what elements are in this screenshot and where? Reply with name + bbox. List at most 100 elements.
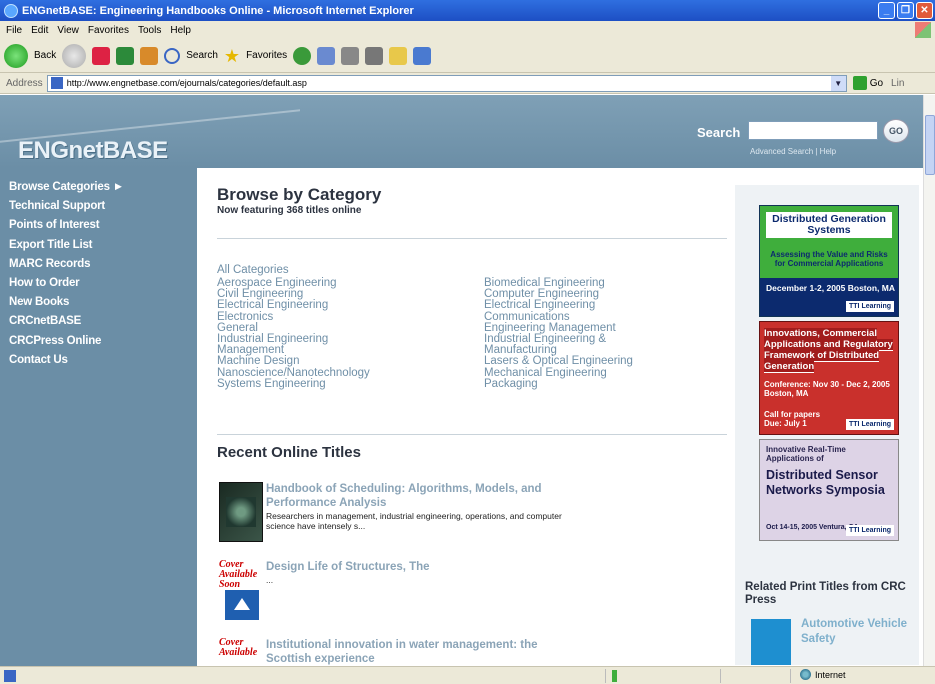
book-title-link[interactable]: Handbook of Scheduling: Algorithms, Mode…	[266, 482, 586, 510]
nav-crcnetbase[interactable]: CRCnetBASE	[0, 312, 197, 331]
nav-export-title-list[interactable]: Export Title List	[0, 236, 197, 255]
page-subtitle: Now featuring 368 titles online	[217, 205, 362, 216]
category-link[interactable]: Electrical Engineering	[484, 300, 633, 312]
recent-titles-heading: Recent Online Titles	[217, 444, 361, 461]
category-link[interactable]: Machine Design	[217, 356, 370, 368]
menu-file[interactable]: File	[6, 25, 22, 36]
menu-view[interactable]: View	[57, 25, 79, 36]
edit-icon[interactable]	[365, 46, 384, 65]
security-zone: Internet	[800, 669, 846, 680]
page-icon	[50, 77, 63, 89]
window-titlebar: ENGnetBASE: Engineering Handbooks Online…	[0, 0, 935, 21]
nav-points-of-interest[interactable]: Points of Interest	[0, 216, 197, 235]
nav-crcpress-online[interactable]: CRCPress Online	[0, 332, 197, 351]
nav-browse-categories[interactable]: Browse Categories ►	[0, 178, 197, 197]
category-link[interactable]: Packaging	[484, 378, 633, 390]
messenger-icon[interactable]	[413, 46, 432, 65]
ad-banner[interactable]: Distributed Generation Systems Assessing…	[759, 205, 899, 317]
links-label[interactable]: Lin	[891, 78, 904, 89]
history-icon[interactable]	[293, 46, 312, 65]
related-titles-heading: Related Print Titles from CRC Press	[745, 581, 906, 606]
status-bar: Internet	[0, 666, 935, 684]
search-label: Search	[697, 125, 741, 140]
maximize-button[interactable]: ❐	[897, 2, 914, 19]
book-cover[interactable]	[219, 482, 263, 542]
book-cover[interactable]: Cover Available Soon	[219, 560, 263, 620]
menu-bar: File Edit View Favorites Tools Help	[0, 21, 935, 39]
category-link[interactable]: Lasers & Optical Engineering	[484, 356, 633, 368]
book-description: ...	[266, 575, 274, 585]
address-bar: Address http://www.engnetbase.com/ejourn…	[0, 73, 935, 94]
book-title-link[interactable]: Design Life of Structures, The	[266, 560, 586, 574]
close-button[interactable]: ✕	[916, 2, 933, 19]
print-icon[interactable]	[341, 46, 360, 65]
back-button-label[interactable]: Back	[34, 50, 56, 61]
refresh-icon[interactable]	[116, 46, 135, 65]
windows-flag-icon	[915, 22, 931, 38]
home-icon[interactable]	[140, 46, 159, 65]
go-button[interactable]: Go	[852, 76, 883, 90]
divider	[217, 238, 727, 239]
address-input[interactable]: http://www.engnetbase.com/ejournals/cate…	[46, 74, 847, 92]
window-title: ENGnetBASE: Engineering Handbooks Online…	[22, 4, 414, 17]
page-viewport: ENGnetBASE Search GO Advanced Search | H…	[0, 95, 923, 666]
right-sidebar: Distributed Generation Systems Assessing…	[735, 185, 919, 665]
ad-subhead: Assessing the Value and Risks for Commer…	[770, 250, 888, 268]
left-nav: Browse Categories ► Technical Support Po…	[0, 168, 197, 666]
nav-new-books[interactable]: New Books	[0, 293, 197, 312]
search-icon[interactable]	[164, 47, 181, 64]
ie-icon	[4, 3, 18, 18]
favorites-button-label[interactable]: Favorites	[246, 50, 287, 61]
main-content: Browse by Category Now featuring 368 tit…	[197, 168, 744, 666]
all-categories-link[interactable]: All Categories	[217, 264, 289, 276]
ad-brand: TTI Learning	[846, 301, 894, 312]
category-column-left: Aerospace Engineering Civil Engineering …	[217, 277, 370, 390]
go-button-label[interactable]: Go	[870, 78, 883, 89]
ad-headline: Distributed Generation Systems	[766, 212, 892, 238]
ad-brand: TTI Learning	[846, 419, 894, 430]
divider	[217, 434, 727, 435]
search-links[interactable]: Advanced Search | Help	[750, 147, 836, 156]
menu-tools[interactable]: Tools	[138, 25, 161, 36]
site-logo[interactable]: ENGnetBASE	[18, 137, 168, 165]
menu-favorites[interactable]: Favorites	[88, 25, 129, 36]
nav-contact-us[interactable]: Contact Us	[0, 351, 197, 370]
ad-banner[interactable]: Innovations, Commercial Applications and…	[759, 321, 899, 435]
book-title-link[interactable]: Institutional innovation in water manage…	[266, 638, 586, 666]
window-controls: _ ❐ ✕	[878, 2, 933, 19]
back-arrow-icon[interactable]	[4, 43, 28, 68]
stop-icon[interactable]	[92, 46, 111, 65]
folder-icon[interactable]	[389, 46, 408, 65]
ad-headline: Innovations, Commercial Applications and…	[764, 328, 893, 373]
go-arrow-icon[interactable]	[852, 76, 867, 90]
category-link[interactable]: Electrical Engineering	[217, 300, 370, 312]
cover-placeholder-text: Cover Available Soon	[219, 559, 258, 590]
ad-headline: Distributed Sensor Networks Symposia	[766, 468, 885, 497]
category-link[interactable]: Systems Engineering	[217, 378, 370, 390]
related-book-link[interactable]: Automotive Vehicle Safety	[801, 617, 911, 647]
minimize-button[interactable]: _	[878, 2, 895, 19]
forward-arrow-icon[interactable]	[62, 43, 87, 68]
address-url[interactable]: http://www.engnetbase.com/ejournals/cate…	[67, 78, 307, 88]
vertical-scrollbar[interactable]	[923, 95, 935, 666]
search-button-label[interactable]: Search	[186, 50, 218, 61]
nav-how-to-order[interactable]: How to Order	[0, 274, 197, 293]
mail-icon[interactable]	[317, 46, 336, 65]
category-column-right: Biomedical Engineering Computer Engineer…	[484, 277, 633, 390]
search-go-button[interactable]: GO	[883, 119, 909, 143]
book-cover[interactable]: Cover Available	[219, 638, 263, 666]
search-input[interactable]	[748, 121, 878, 140]
menu-edit[interactable]: Edit	[31, 25, 48, 36]
ad-banner[interactable]: Innovative Real-Time Applications of Dis…	[759, 439, 899, 541]
favorites-star-icon[interactable]: ★	[224, 47, 240, 65]
scroll-thumb[interactable]	[925, 115, 935, 175]
related-book-cover[interactable]	[751, 619, 791, 665]
chevron-down-icon[interactable]: ▼	[830, 75, 846, 91]
zone-label: Internet	[815, 669, 846, 680]
nav-technical-support[interactable]: Technical Support	[0, 197, 197, 216]
nav-marc-records[interactable]: MARC Records	[0, 255, 197, 274]
menu-help[interactable]: Help	[170, 25, 191, 36]
status-divider	[720, 669, 721, 683]
ad-kicker: Innovative Real-Time Applications of	[766, 445, 846, 463]
ad-conference: Conference: Nov 30 - Dec 2, 2005 Boston,…	[764, 380, 890, 398]
